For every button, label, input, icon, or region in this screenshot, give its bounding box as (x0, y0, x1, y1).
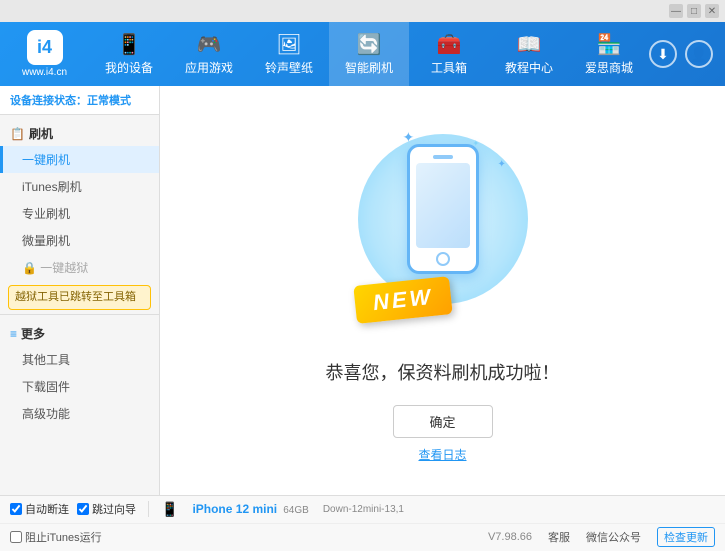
main-container: 设备连接状态：正常模式 📋 刷机 一键刷机 iTunes刷机 专业刷机 微量刷机… (0, 86, 725, 495)
store-icon: 🏪 (597, 32, 622, 57)
title-bar: — □ ✕ (0, 0, 725, 22)
toolbox-label: 工具箱 (431, 59, 467, 76)
device-version: Down-12mini-13,1 (323, 504, 404, 515)
maximize-button[interactable]: □ (687, 4, 701, 18)
success-title: 恭喜您，保资料刷机成功啦！ (326, 359, 560, 385)
device-storage: 64GB (280, 505, 308, 516)
header: i4 www.i4.cn 📱 我的设备 🎮 应用游戏 🖼 铃声壁纸 🔄 智能刷机 🧰 工具箱 📖 教程… (0, 22, 725, 86)
device-info: iPhone 12 mini 64GB (192, 502, 308, 516)
phone-shape (407, 144, 479, 274)
success-illustration: ✦ ✦ ✦ NEW (343, 119, 543, 339)
smart-flash-icon: 🔄 (357, 32, 382, 57)
auto-disconnect-input[interactable] (10, 503, 22, 515)
minimize-button[interactable]: — (669, 4, 683, 18)
new-badge: NEW (353, 276, 453, 324)
footer-right: V7.98.66 客服 微信公众号 检查更新 (488, 527, 715, 547)
status-label: 设备连接状态： (10, 95, 87, 107)
phone-screen (416, 163, 470, 248)
jailbreak-notice: 越狱工具已跳转至工具箱 (8, 285, 151, 310)
sidebar: 设备连接状态：正常模式 📋 刷机 一键刷机 iTunes刷机 专业刷机 微量刷机… (0, 86, 160, 495)
nav-item-apps-games[interactable]: 🎮 应用游戏 (169, 22, 249, 86)
wallpaper-icon: 🖼 (276, 32, 301, 57)
sidebar-item-pro-flash[interactable]: 专业刷机 (0, 200, 159, 227)
nav-items: 📱 我的设备 🎮 应用游戏 🖼 铃声壁纸 🔄 智能刷机 🧰 工具箱 📖 教程中心 🏪 爱思商城 (89, 22, 649, 86)
nav-item-store[interactable]: 🏪 爱思商城 (569, 22, 649, 86)
user-button[interactable]: 👤 (685, 40, 713, 68)
footer-row2: 阻止iTunes运行 V7.98.66 客服 微信公众号 检查更新 (0, 524, 725, 551)
nav-item-my-device[interactable]: 📱 我的设备 (89, 22, 169, 86)
footer-divider (148, 501, 149, 517)
download-button[interactable]: ⬇ (649, 40, 677, 68)
sidebar-item-other-tools[interactable]: 其他工具 (0, 346, 159, 373)
device-icon: 📱 (161, 501, 178, 518)
auto-disconnect-label: 自动断连 (25, 501, 69, 517)
apps-games-label: 应用游戏 (185, 59, 233, 76)
confirm-button[interactable]: 确定 (393, 405, 493, 438)
sparkle-3: ✦ (473, 139, 480, 148)
stop-itunes-label: 阻止iTunes运行 (25, 529, 102, 545)
phone-speaker (433, 155, 453, 159)
footer-row1: 自动断连 跳过向导 📱 iPhone 12 mini 64GB Down-12m… (0, 496, 725, 524)
nav-item-tutorial[interactable]: 📖 教程中心 (489, 22, 569, 86)
apps-games-icon: 🎮 (197, 32, 222, 57)
nav-item-toolbox[interactable]: 🧰 工具箱 (409, 22, 489, 86)
footer-area: 自动断连 跳过向导 📱 iPhone 12 mini 64GB Down-12m… (0, 495, 725, 551)
flash-icon: 📋 (10, 127, 25, 141)
logo-icon: i4 (27, 30, 63, 65)
stop-itunes-area: 阻止iTunes运行 (10, 529, 102, 545)
connection-status: 设备连接状态：正常模式 (0, 86, 159, 115)
sidebar-item-itunes-flash[interactable]: iTunes刷机 (0, 173, 159, 200)
smart-flash-label: 智能刷机 (345, 59, 393, 76)
wallpaper-label: 铃声壁纸 (265, 59, 313, 76)
device-name: iPhone 12 mini (192, 502, 277, 516)
my-device-icon: 📱 (117, 32, 142, 57)
section-more-label: 更多 (21, 325, 45, 342)
tutorial-label: 教程中心 (505, 59, 553, 76)
sidebar-item-one-key-flash[interactable]: 一键刷机 (0, 146, 159, 173)
tutorial-icon: 📖 (517, 32, 542, 57)
status-value: 正常模式 (87, 95, 131, 107)
more-icon: ≡ (10, 327, 17, 341)
auto-disconnect-checkbox[interactable]: 自动断连 (10, 501, 69, 517)
section-flash-label: 刷机 (29, 125, 53, 142)
sparkle-1: ✦ (403, 129, 415, 146)
logo-text: www.i4.cn (22, 67, 67, 78)
phone-home-btn (436, 252, 450, 266)
version-text: V7.98.66 (488, 531, 532, 543)
store-label: 爱思商城 (585, 59, 633, 76)
sparkle-2: ✦ (498, 159, 506, 170)
sidebar-item-download-firmware[interactable]: 下载固件 (0, 373, 159, 400)
wechat-link[interactable]: 微信公众号 (586, 529, 641, 545)
sidebar-item-micro-flash[interactable]: 微量刷机 (0, 227, 159, 254)
service-link[interactable]: 客服 (548, 529, 570, 545)
skip-wizard-checkbox[interactable]: 跳过向导 (77, 501, 136, 517)
view-log-link[interactable]: 查看日志 (418, 446, 466, 463)
sidebar-item-advanced[interactable]: 高级功能 (0, 400, 159, 427)
nav-item-wallpaper[interactable]: 🖼 铃声壁纸 (249, 22, 329, 86)
logo-area: i4 www.i4.cn (0, 22, 89, 86)
content-area: ✦ ✦ ✦ NEW 恭喜您，保资料刷机成功啦！ 确定 查看日志 (160, 86, 725, 495)
sidebar-divider (0, 314, 159, 315)
nav-item-smart-flash[interactable]: 🔄 智能刷机 (329, 22, 409, 86)
sidebar-item-jailbreak: 🔒 一键越狱 (0, 254, 159, 281)
section-flash: 📋 刷机 (0, 119, 159, 146)
close-button[interactable]: ✕ (705, 4, 719, 18)
skip-wizard-input[interactable] (77, 503, 89, 515)
update-button[interactable]: 检查更新 (657, 527, 715, 547)
section-more: ≡ 更多 (0, 319, 159, 346)
my-device-label: 我的设备 (105, 59, 153, 76)
nav-right: ⬇ 👤 (649, 40, 725, 68)
skip-wizard-label: 跳过向导 (92, 501, 136, 517)
stop-itunes-checkbox[interactable] (10, 531, 22, 543)
toolbox-icon: 🧰 (437, 32, 462, 57)
